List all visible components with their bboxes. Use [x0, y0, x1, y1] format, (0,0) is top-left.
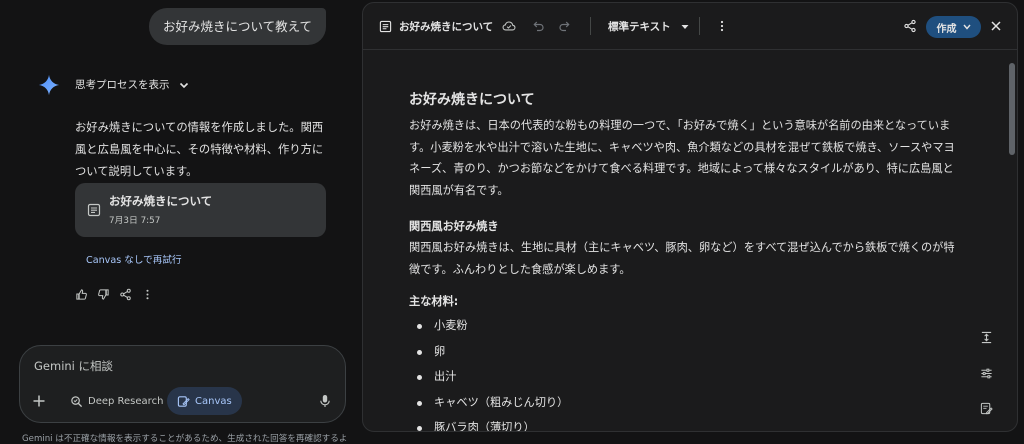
list-item: 卵 [409, 339, 964, 365]
doc-card-title: お好み焼きについて [109, 194, 213, 208]
share-icon[interactable] [119, 288, 132, 301]
toolbar-divider [699, 17, 700, 35]
create-label: 作成 [936, 23, 957, 35]
length-adjust-icon[interactable] [980, 331, 993, 344]
canvas-panel: お好み焼きについて 標準テキスト 作成 お好み焼きについて お好み焼きは、日本の… [362, 2, 1018, 432]
response-actions [75, 288, 154, 301]
canvas-toolbar: お好み焼きについて 標準テキスト 作成 [363, 3, 1017, 50]
show-thinking-label: 思考プロセスを表示 [75, 79, 170, 91]
share-icon[interactable] [903, 19, 917, 33]
list-item: 小麦粉 [409, 313, 964, 339]
list-item: 豚バラ肉（薄切り） [409, 415, 964, 431]
doc-section-paragraph: 関西風お好み焼きは、生地に具材（主にキャベツ、豚肉、卵など）をすべて混ぜ込んでか… [409, 241, 955, 276]
doc-intro-paragraph: お好み焼きは、日本の代表的な粉もの料理の一つで、「お好みで焼く」という意味が名前… [409, 119, 955, 197]
gemini-sparkle-icon [38, 74, 60, 96]
text-style-dropdown[interactable]: 標準テキスト [608, 19, 689, 34]
doc-materials-title: 主な材料: [409, 295, 459, 308]
doc-card-date: 7月3日 7:57 [109, 216, 161, 226]
tune-icon[interactable] [980, 367, 993, 380]
more-vert-icon[interactable] [141, 288, 154, 301]
microphone-icon[interactable] [319, 394, 331, 408]
prompt-composer[interactable]: Gemini に相談 Deep Research Canvas [19, 345, 346, 423]
chevron-down-icon [962, 24, 971, 30]
disclaimer-text: Gemini は不正確な情報を表示することがあるため、生成された回答を再確認する… [22, 434, 348, 444]
document-icon [379, 20, 392, 33]
show-thinking-toggle[interactable]: 思考プロセスを表示 [75, 77, 190, 92]
deep-research-icon [71, 395, 83, 407]
edit-tools [970, 325, 1002, 421]
deep-research-button[interactable]: Deep Research [64, 390, 169, 412]
canvas-title: お好み焼きについて [399, 21, 494, 33]
undo-icon[interactable] [531, 19, 545, 33]
thumb-up-icon[interactable] [75, 288, 88, 301]
materials-list: 小麦粉 卵 出汁 キャベツ（粗みじん切り） 豚バラ肉（薄切り） [409, 313, 964, 431]
toolbar-divider [590, 17, 591, 35]
cloud-saved-icon [502, 21, 516, 31]
canvas-icon [177, 395, 190, 407]
doc-section-title: 関西風お好み焼き [409, 220, 499, 233]
doc-heading: お好み焼きについて [409, 92, 535, 108]
add-icon[interactable] [32, 394, 46, 408]
list-item: 出汁 [409, 364, 964, 390]
deep-research-label: Deep Research [88, 395, 164, 407]
more-vert-icon[interactable] [715, 19, 729, 33]
text-style-label: 標準テキスト [608, 21, 671, 33]
scrollbar[interactable] [1009, 63, 1015, 155]
list-item: キャベツ（粗みじん切り） [409, 390, 964, 416]
dropdown-arrow-icon [681, 24, 689, 29]
canvas-doc-card[interactable]: お好み焼きについて 7月3日 7:57 [75, 183, 326, 237]
redo-icon[interactable] [558, 19, 572, 33]
thumb-down-icon[interactable] [97, 288, 110, 301]
canvas-label: Canvas [195, 395, 232, 407]
close-icon[interactable] [989, 19, 1003, 33]
chevron-down-icon [179, 82, 188, 88]
retry-without-canvas-link[interactable]: Canvas なしで再試行 [86, 252, 182, 266]
edit-document-icon[interactable] [980, 402, 993, 415]
document-icon [87, 203, 101, 217]
canvas-toggle-button[interactable]: Canvas [167, 387, 242, 415]
create-button[interactable]: 作成 [926, 16, 981, 38]
response-text: お好み焼きについての情報を作成しました。関西風と広島風を中心に、その特徴や材料、… [75, 121, 324, 178]
user-message: お好み焼きについて教えて [148, 8, 326, 45]
chat-panel: お好み焼きについて教えて 思考プロセスを表示 お好み焼きについての情報を作成しま… [0, 0, 362, 444]
prompt-input[interactable]: Gemini に相談 [34, 358, 113, 374]
canvas-document[interactable]: お好み焼きについて お好み焼きは、日本の代表的な粉もの料理の一つで、「お好みで焼… [409, 89, 964, 431]
